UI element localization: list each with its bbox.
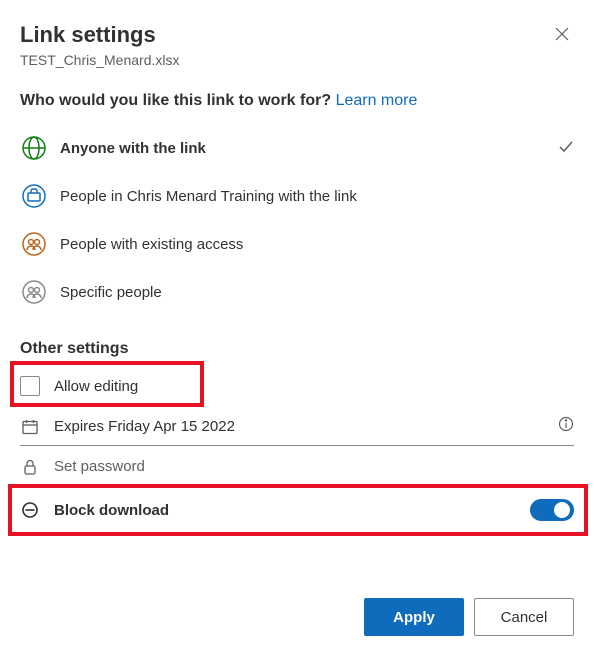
- allow-editing-checkbox[interactable]: [20, 376, 40, 396]
- calendar-icon: [20, 418, 40, 436]
- option-label: Specific people: [60, 284, 574, 301]
- briefcase-icon: [20, 182, 48, 210]
- cancel-button[interactable]: Cancel: [474, 598, 574, 636]
- page-title: Link settings: [20, 22, 180, 48]
- option-label: People in Chris Menard Training with the…: [60, 188, 574, 205]
- option-label: People with existing access: [60, 236, 574, 253]
- people-specific-icon: [20, 278, 48, 306]
- option-org[interactable]: People in Chris Menard Training with the…: [20, 172, 574, 220]
- close-button[interactable]: [550, 22, 574, 51]
- password-input[interactable]: Set password: [54, 458, 574, 475]
- block-icon: [20, 501, 40, 519]
- filename-label: TEST_Chris_Menard.xlsx: [20, 52, 180, 68]
- audience-question: Who would you like this link to work for…: [20, 92, 574, 110]
- info-icon[interactable]: [558, 416, 574, 437]
- audience-question-text: Who would you like this link to work for…: [20, 92, 336, 109]
- block-download-row: Block download: [20, 490, 574, 530]
- apply-button[interactable]: Apply: [364, 598, 464, 636]
- block-download-label: Block download: [54, 502, 530, 519]
- option-existing[interactable]: People with existing access: [20, 220, 574, 268]
- other-settings-heading: Other settings: [20, 340, 574, 358]
- option-label: Anyone with the link: [60, 140, 558, 157]
- expiration-row[interactable]: Expires Friday Apr 15 2022: [20, 406, 574, 446]
- password-row[interactable]: Set password: [20, 446, 574, 486]
- block-download-toggle[interactable]: [530, 499, 574, 521]
- close-icon: [554, 26, 570, 42]
- globe-icon: [20, 134, 48, 162]
- checkmark-icon: [558, 138, 574, 159]
- allow-editing-label: Allow editing: [54, 378, 574, 395]
- option-anyone[interactable]: Anyone with the link: [20, 124, 574, 172]
- expiration-label: Expires Friday Apr 15 2022: [54, 418, 558, 435]
- learn-more-link[interactable]: Learn more: [336, 92, 418, 109]
- allow-editing-row[interactable]: Allow editing: [20, 366, 574, 406]
- lock-icon: [20, 458, 40, 476]
- option-specific[interactable]: Specific people: [20, 268, 574, 316]
- people-existing-icon: [20, 230, 48, 258]
